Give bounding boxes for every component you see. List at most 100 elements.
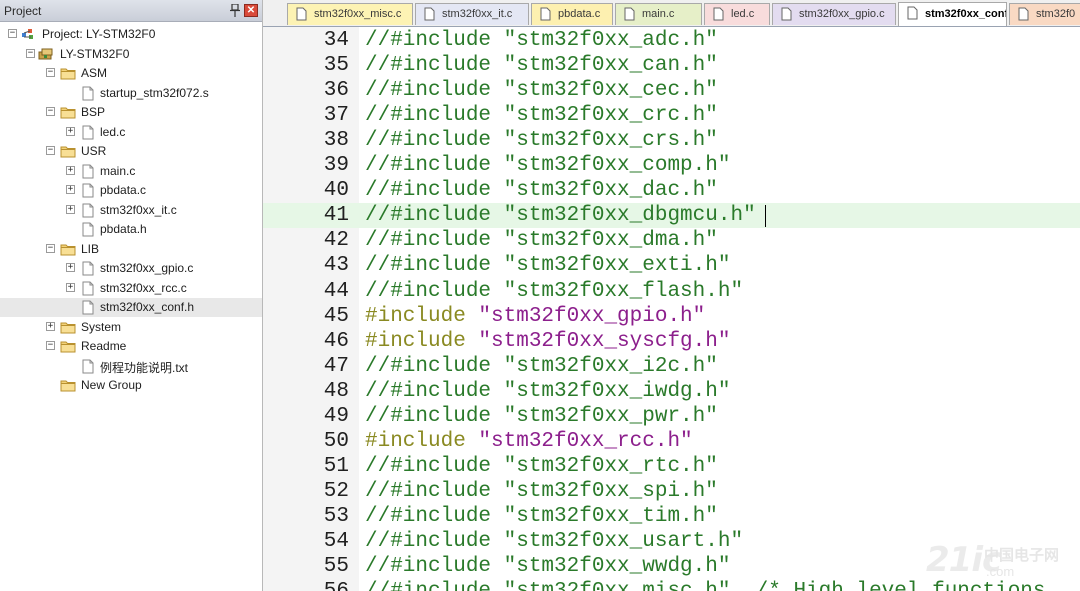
code-line[interactable]: 49 //#include "stm32f0xx_pwr.h": [263, 404, 1080, 429]
include-filename: "stm32f0xx_crc.h": [503, 104, 718, 128]
panel-header: Project ✕: [0, 0, 262, 22]
tree-item-folder[interactable]: − ASM: [0, 64, 262, 83]
tree-item-project[interactable]: − Project: LY-STM32F0: [0, 25, 262, 44]
tree-item-file[interactable]: + main.c: [0, 162, 262, 181]
pin-icon[interactable]: [230, 4, 240, 17]
expand-icon[interactable]: +: [66, 126, 75, 136]
tree-item-file[interactable]: + stm32f0xx_rcc.c: [0, 279, 262, 298]
expand-icon[interactable]: +: [66, 165, 75, 175]
tree-item-file[interactable]: + led.c: [0, 123, 262, 142]
code-line[interactable]: 34 //#include "stm32f0xx_adc.h": [263, 28, 1080, 53]
expand-icon[interactable]: +: [46, 321, 55, 331]
code-line[interactable]: 40 //#include "stm32f0xx_dac.h": [263, 178, 1080, 203]
file-icon: [296, 7, 307, 21]
file-icon: [82, 261, 94, 276]
line-number: 47: [323, 354, 349, 378]
tab-label: stm32f0: [1036, 8, 1076, 20]
line-number: 42: [323, 229, 349, 253]
tree-item-target[interactable]: − LY-STM32F0: [0, 45, 262, 64]
file-icon: [82, 125, 94, 139]
tree-item-file[interactable]: + stm32f0xx_gpio.c: [0, 259, 262, 278]
code-line[interactable]: 39 //#include "stm32f0xx_comp.h": [263, 153, 1080, 178]
include-filename: "stm32f0xx_gpio.h": [478, 304, 706, 328]
tree-item-folder[interactable]: − BSP: [0, 103, 262, 122]
tree-item-file[interactable]: 例程功能说明.txt: [0, 357, 262, 376]
expand-icon[interactable]: +: [66, 263, 75, 272]
tab-file[interactable]: stm32f0: [1009, 3, 1080, 25]
code-editor[interactable]: 34 //#include "stm32f0xx_adc.h" 35 //#inclu…: [263, 27, 1080, 591]
tree-item-folder[interactable]: − LIB: [0, 240, 262, 259]
code-line[interactable]: 48 //#include "stm32f0xx_iwdg.h": [263, 379, 1080, 404]
folder-icon: [60, 146, 76, 158]
code-line[interactable]: 42 //#include "stm32f0xx_dma.h": [263, 228, 1080, 253]
tree-item-folder[interactable]: − Readme: [0, 337, 262, 356]
include-filename: "stm32f0xx_comp.h": [503, 154, 731, 178]
include-keyword: //#include: [365, 404, 504, 428]
include-filename: "stm32f0xx_rcc.h": [478, 429, 693, 453]
code-line[interactable]: 41 //#include "stm32f0xx_dbgmcu.h": [263, 203, 1080, 229]
tab-label: stm32f0xx_gpio.c: [799, 8, 885, 20]
code-line[interactable]: 43 //#include "stm32f0xx_exti.h": [263, 253, 1080, 278]
code-line[interactable]: 44 //#include "stm32f0xx_flash.h": [263, 279, 1080, 304]
tree-item-label: main.c: [100, 163, 136, 178]
commented-include: //#include "stm32f0xx_flash.h": [365, 279, 743, 304]
code-line[interactable]: 51 //#include "stm32f0xx_rtc.h": [263, 454, 1080, 479]
include-filename: "stm32f0xx_syscfg.h": [478, 329, 731, 353]
tree-item-folder[interactable]: − USR: [0, 142, 262, 161]
commented-include: //#include "stm32f0xx_i2c.h": [365, 354, 718, 379]
tree-item-file[interactable]: stm32f0xx_conf.h: [0, 298, 262, 317]
tree-item-folder[interactable]: + System: [0, 318, 262, 337]
code-line[interactable]: 38 //#include "stm32f0xx_crs.h": [263, 128, 1080, 153]
include-keyword: //#include: [365, 454, 504, 478]
tab-file[interactable]: stm32f0xx_conf.h: [898, 2, 1007, 26]
file-icon: [82, 203, 94, 217]
collapse-icon[interactable]: −: [8, 29, 17, 38]
tab-file[interactable]: main.c: [615, 3, 702, 25]
tab-file[interactable]: stm32f0xx_misc.c: [287, 3, 413, 25]
commented-include: //#include "stm32f0xx_crs.h": [365, 128, 718, 153]
collapse-icon[interactable]: −: [46, 341, 55, 350]
expand-icon[interactable]: +: [66, 185, 75, 194]
tab-file[interactable]: stm32f0xx_it.c: [415, 3, 529, 25]
line-number: 56: [263, 579, 349, 591]
text-caret: [765, 205, 766, 228]
tree-item-file[interactable]: + stm32f0xx_it.c: [0, 201, 262, 220]
include-filename: "stm32f0xx_flash.h": [503, 279, 744, 303]
code-line[interactable]: 36 //#include "stm32f0xx_cec.h": [263, 78, 1080, 103]
tab-file[interactable]: pbdata.c: [531, 3, 613, 25]
code-line[interactable]: 50 #include "stm32f0xx_rcc.h": [263, 429, 1080, 454]
folder-icon: [60, 341, 76, 353]
collapse-icon[interactable]: −: [46, 243, 55, 253]
tab-label: stm32f0xx_conf.h: [925, 8, 1006, 20]
include-keyword: //#include: [365, 79, 504, 103]
include-filename: "stm32f0xx_crs.h": [503, 129, 718, 153]
collapse-icon[interactable]: −: [26, 48, 35, 58]
tree-item-folder[interactable]: New Group: [0, 376, 262, 395]
expand-icon[interactable]: +: [66, 204, 75, 214]
tree-item-file[interactable]: pbdata.h: [0, 220, 262, 239]
watermark-cn: 中国电子网: [984, 547, 1060, 564]
collapse-icon[interactable]: −: [46, 146, 55, 155]
include-filename: "stm32f0xx_exti.h": [503, 254, 731, 278]
editor-tab-bar: stm32f0xx_misc.c stm32f0xx_it.c pbdata.c ma…: [263, 0, 1080, 27]
code-line[interactable]: 53 //#include "stm32f0xx_tim.h": [263, 504, 1080, 529]
tree-item-file[interactable]: startup_stm32f072.s: [0, 84, 262, 103]
code-line[interactable]: 47 //#include "stm32f0xx_i2c.h": [263, 354, 1080, 379]
tree-item-file[interactable]: + pbdata.c: [0, 181, 262, 200]
code-line[interactable]: 45 #include "stm32f0xx_gpio.h": [263, 304, 1080, 329]
include-keyword: //#include: [365, 154, 504, 178]
tab-file[interactable]: led.c: [704, 3, 770, 25]
line-number: 49: [323, 404, 349, 428]
expand-icon[interactable]: +: [66, 282, 75, 292]
code-line[interactable]: 46 #include "stm32f0xx_syscfg.h": [263, 329, 1080, 354]
collapse-icon[interactable]: −: [46, 107, 55, 116]
close-icon[interactable]: ✕: [244, 4, 258, 17]
tab-file[interactable]: stm32f0xx_gpio.c: [772, 3, 896, 25]
tree-item-label: led.c: [100, 124, 126, 139]
collapse-icon[interactable]: −: [46, 68, 55, 77]
include-filename: "stm32f0xx_cec.h": [503, 79, 718, 103]
code-line[interactable]: 37 //#include "stm32f0xx_crc.h": [263, 103, 1080, 128]
code-line[interactable]: 52 //#include "stm32f0xx_spi.h": [263, 479, 1080, 504]
line-number: 53: [323, 504, 349, 528]
code-line[interactable]: 35 //#include "stm32f0xx_can.h": [263, 53, 1080, 78]
